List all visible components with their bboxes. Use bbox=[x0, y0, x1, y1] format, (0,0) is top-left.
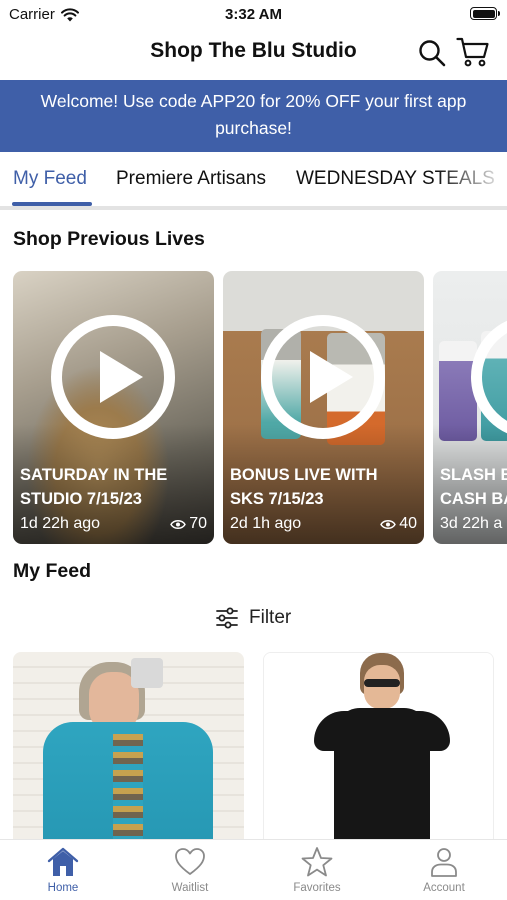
live-views: 70 bbox=[170, 515, 207, 533]
live-time: 1d 22h ago bbox=[20, 515, 101, 532]
promo-banner[interactable]: Welcome! Use code APP20 for 20% OFF your… bbox=[0, 80, 507, 152]
tab-home[interactable]: Home bbox=[0, 846, 126, 894]
live-card[interactable]: SLASH B CASH BA 3d 22h a bbox=[433, 271, 507, 544]
star-icon bbox=[301, 847, 333, 877]
active-tab-indicator bbox=[12, 202, 92, 206]
eye-icon bbox=[380, 519, 397, 529]
section-title-lives: Shop Previous Lives bbox=[13, 228, 205, 250]
tab-fade-overlay bbox=[437, 152, 507, 206]
home-icon bbox=[47, 847, 79, 876]
search-icon[interactable] bbox=[417, 38, 447, 68]
product-card[interactable] bbox=[13, 652, 244, 852]
section-title-feed: My Feed bbox=[13, 560, 92, 582]
sliders-icon bbox=[216, 607, 238, 629]
cart-icon[interactable] bbox=[456, 36, 490, 68]
tab-account[interactable]: Account bbox=[381, 846, 507, 894]
live-card[interactable]: BONUS LIVE WITH SKS 7/15/23 2d 1h ago 40 bbox=[223, 271, 424, 544]
tab-favorites[interactable]: Favorites bbox=[254, 846, 380, 894]
eye-icon bbox=[170, 519, 187, 529]
play-icon[interactable] bbox=[261, 315, 385, 439]
live-title: SATURDAY IN THE STUDIO 7/15/23 bbox=[20, 466, 168, 508]
tab-waitlist[interactable]: Waitlist bbox=[127, 846, 253, 894]
heart-icon bbox=[175, 848, 205, 875]
bottom-tab-bar: Home Waitlist Favorites Account bbox=[0, 839, 507, 900]
person-icon bbox=[431, 848, 457, 877]
status-time: 3:32 AM bbox=[225, 6, 282, 23]
tab-my-feed[interactable]: My Feed bbox=[13, 168, 87, 190]
app-header: Shop The Blu Studio bbox=[0, 30, 507, 80]
play-icon[interactable] bbox=[51, 315, 175, 439]
product-card[interactable] bbox=[263, 652, 494, 852]
live-views: 40 bbox=[380, 515, 417, 533]
status-bar: Carrier 3:32 AM bbox=[0, 0, 507, 30]
lives-carousel[interactable]: SATURDAY IN THE STUDIO 7/15/23 1d 22h ag… bbox=[13, 271, 507, 545]
tab-premiere-artisans[interactable]: Premiere Artisans bbox=[116, 168, 266, 190]
category-tabs: My Feed Premiere Artisans WEDNESDAY STEA… bbox=[0, 152, 507, 210]
battery-icon bbox=[470, 7, 500, 20]
filter-button[interactable]: Filter bbox=[215, 604, 291, 632]
live-title: SLASH B CASH BA bbox=[440, 466, 507, 508]
live-card[interactable]: SATURDAY IN THE STUDIO 7/15/23 1d 22h ag… bbox=[13, 271, 214, 544]
live-time: 3d 22h a bbox=[440, 515, 503, 532]
live-time: 2d 1h ago bbox=[230, 515, 302, 532]
promo-text: Welcome! Use code APP20 for 20% OFF your… bbox=[40, 91, 467, 138]
live-title: BONUS LIVE WITH SKS 7/15/23 bbox=[230, 466, 378, 508]
filter-label: Filter bbox=[249, 607, 292, 628]
